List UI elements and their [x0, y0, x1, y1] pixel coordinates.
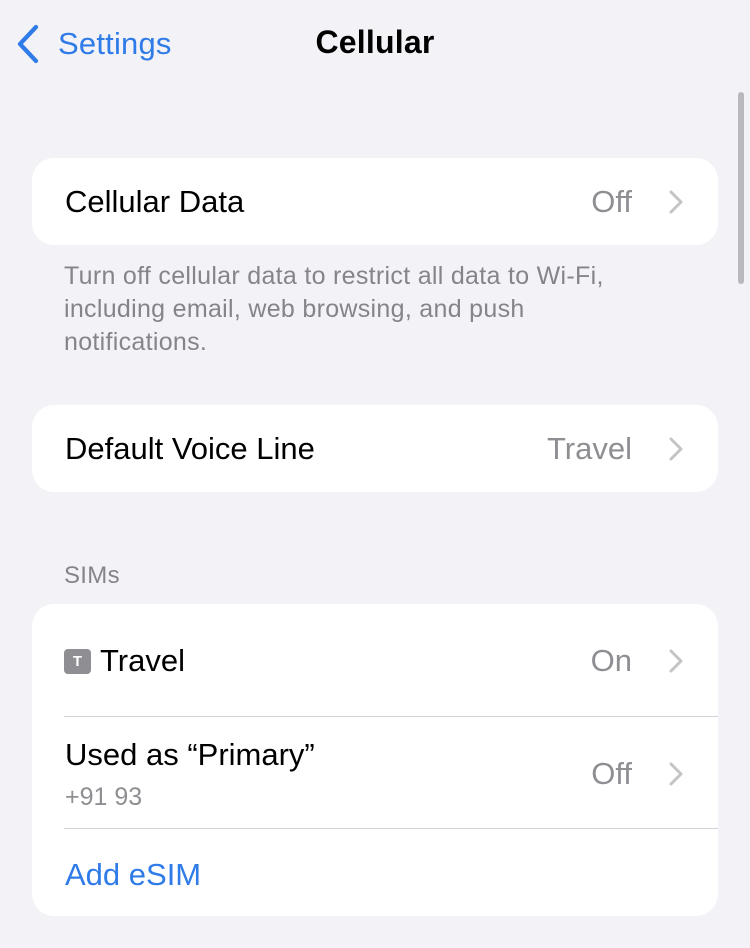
sim-primary-number: +91 93: [65, 783, 143, 811]
sims-section-header: SIMs: [64, 562, 120, 589]
add-esim-button[interactable]: Add eSIM: [65, 857, 201, 893]
cellular-data-value: Off: [591, 184, 632, 219]
cellular-data-card: Cellular Data Off: [32, 158, 718, 245]
chevron-right-icon: [668, 436, 684, 462]
default-voice-line-label: Default Voice Line: [65, 431, 315, 466]
sim-row-travel[interactable]: T Travel On: [32, 604, 718, 716]
default-voice-line-value: Travel: [547, 431, 632, 466]
cellular-data-footer: Turn off cellular data to restrict all d…: [64, 262, 604, 356]
chevron-right-icon: [668, 761, 684, 787]
sim-travel-value: On: [590, 643, 632, 678]
cellular-data-label: Cellular Data: [65, 184, 245, 219]
navigation-bar: Settings Cellular: [0, 0, 750, 90]
sim-primary-value: Off: [591, 756, 632, 791]
chevron-right-icon: [668, 189, 684, 215]
scrollbar[interactable]: [738, 92, 744, 284]
sims-card: T Travel On Used as “Primary” +91 93 Off…: [32, 604, 718, 916]
sim-row-primary[interactable]: Used as “Primary” +91 93 Off: [32, 717, 718, 829]
default-voice-line-card: Default Voice Line Travel: [32, 405, 718, 492]
default-voice-line-row[interactable]: Default Voice Line Travel: [32, 405, 718, 492]
sim-travel-label: Travel: [100, 643, 185, 678]
cellular-data-row[interactable]: Cellular Data Off: [32, 158, 718, 245]
page-title: Cellular: [315, 24, 435, 60]
add-esim-row[interactable]: Add eSIM: [32, 829, 718, 916]
sim-badge-icon: T: [64, 649, 91, 674]
chevron-right-icon: [668, 648, 684, 674]
sim-primary-label: Used as “Primary”: [65, 737, 315, 772]
